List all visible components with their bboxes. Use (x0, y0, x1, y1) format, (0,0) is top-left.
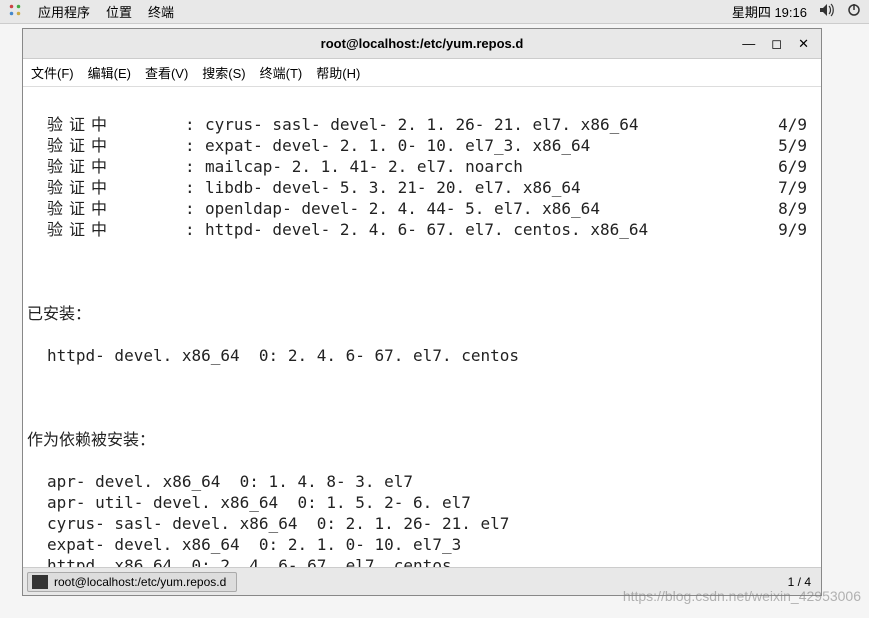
desktop-topbar: 应用程序 位置 终端 星期四 19:16 (0, 0, 869, 24)
verify-count: 9/9 (763, 219, 817, 240)
verify-row: 验证中:libdb- devel- 5. 3. 21- 20. el7. x86… (27, 177, 817, 198)
installed-header: 已安装： (27, 303, 817, 324)
menu-edit[interactable]: 编辑(E) (88, 63, 131, 82)
verify-count: 6/9 (763, 156, 817, 177)
dependency-package: apr- devel. x86_64 0: 1. 4. 8- 3. el7 (27, 471, 817, 492)
verify-row: 验证中:openldap- devel- 2. 4. 44- 5. el7. x… (27, 198, 817, 219)
dependency-package: expat- devel. x86_64 0: 2. 1. 0- 10. el7… (27, 534, 817, 555)
menu-view[interactable]: 查看(V) (145, 63, 188, 82)
pager-text: 1 / 4 (788, 575, 811, 589)
verify-row: 验证中:httpd- devel- 2. 4. 6- 67. el7. cent… (27, 219, 817, 240)
window-minimize-button[interactable]: — (742, 36, 755, 52)
deps-header: 作为依赖被安装： (27, 429, 817, 450)
window-maximize-button[interactable]: ◻ (771, 36, 782, 52)
verify-package: libdb- devel- 5. 3. 21- 20. el7. x86_64 (205, 177, 763, 198)
installed-package: httpd- devel. x86_64 0: 2. 4. 6- 67. el7… (27, 345, 817, 366)
verify-package: httpd- devel- 2. 4. 6- 67. el7. centos. … (205, 219, 763, 240)
dependency-package: httpd. x86_64 0: 2. 4. 6- 67. el7. cento… (27, 555, 817, 567)
power-icon[interactable] (847, 3, 861, 20)
terminal-icon (32, 575, 48, 589)
watermark: https://blog.csdn.net/weixin_42953006 (623, 588, 861, 604)
taskbar-terminal-button[interactable]: root@localhost:/etc/yum.repos.d (27, 572, 237, 592)
verify-label: 验证中 (27, 198, 185, 219)
terminal-output[interactable]: 验证中:cyrus- sasl- devel- 2. 1. 26- 21. el… (23, 87, 821, 567)
window-titlebar[interactable]: root@localhost:/etc/yum.repos.d — ◻ ✕ (23, 29, 821, 59)
verify-row: 验证中:expat- devel- 2. 1. 0- 10. el7_3. x8… (27, 135, 817, 156)
verify-label: 验证中 (27, 156, 185, 177)
verify-label: 验证中 (27, 135, 185, 156)
verify-label: 验证中 (27, 219, 185, 240)
menu-terminal-item[interactable]: 终端(T) (260, 63, 303, 82)
verify-colon: : (185, 135, 205, 156)
menu-file[interactable]: 文件(F) (31, 63, 74, 82)
workspace-pager[interactable]: 1 / 4 (782, 575, 817, 589)
verify-colon: : (185, 156, 205, 177)
verify-label: 验证中 (27, 177, 185, 198)
verify-package: expat- devel- 2. 1. 0- 10. el7_3. x86_64 (205, 135, 763, 156)
verify-package: mailcap- 2. 1. 41- 2. el7. noarch (205, 156, 763, 177)
menu-help[interactable]: 帮助(H) (316, 63, 360, 82)
activities-icon (8, 3, 22, 20)
verify-colon: : (185, 198, 205, 219)
menu-places[interactable]: 位置 (106, 2, 132, 21)
menu-applications[interactable]: 应用程序 (38, 2, 90, 21)
verify-count: 4/9 (763, 114, 817, 135)
verify-package: cyrus- sasl- devel- 2. 1. 26- 21. el7. x… (205, 114, 763, 135)
verify-colon: : (185, 114, 205, 135)
verify-colon: : (185, 177, 205, 198)
verify-row: 验证中:cyrus- sasl- devel- 2. 1. 26- 21. el… (27, 114, 817, 135)
terminal-window: root@localhost:/etc/yum.repos.d — ◻ ✕ 文件… (22, 28, 822, 596)
verify-colon: : (185, 219, 205, 240)
verify-count: 7/9 (763, 177, 817, 198)
menu-search[interactable]: 搜索(S) (202, 63, 245, 82)
taskbar-label: root@localhost:/etc/yum.repos.d (54, 575, 226, 589)
dependency-package: apr- util- devel. x86_64 0: 1. 5. 2- 6. … (27, 492, 817, 513)
verify-row: 验证中:mailcap- 2. 1. 41- 2. el7. noarch6/9 (27, 156, 817, 177)
verify-count: 5/9 (763, 135, 817, 156)
window-close-button[interactable]: ✕ (798, 36, 809, 52)
volume-icon[interactable] (819, 3, 835, 20)
clock[interactable]: 星期四 19:16 (732, 2, 807, 21)
verify-count: 8/9 (763, 198, 817, 219)
verify-label: 验证中 (27, 114, 185, 135)
verify-package: openldap- devel- 2. 4. 44- 5. el7. x86_6… (205, 198, 763, 219)
window-title: root@localhost:/etc/yum.repos.d (23, 36, 821, 51)
terminal-menubar: 文件(F) 编辑(E) 查看(V) 搜索(S) 终端(T) 帮助(H) (23, 59, 821, 87)
menu-terminal[interactable]: 终端 (148, 2, 174, 21)
dependency-package: cyrus- sasl- devel. x86_64 0: 2. 1. 26- … (27, 513, 817, 534)
